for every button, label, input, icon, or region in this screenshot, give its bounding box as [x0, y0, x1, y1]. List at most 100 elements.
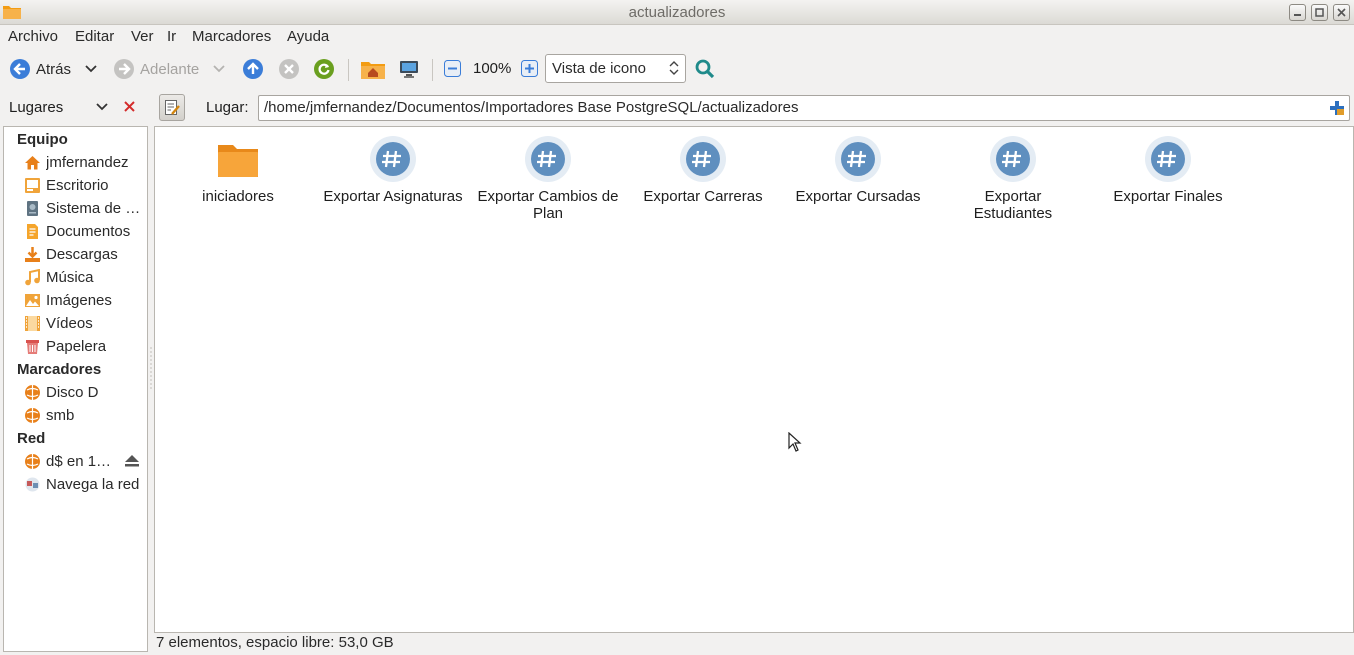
view-mode-select[interactable]: Vista de icono: [545, 54, 686, 83]
videos-icon: [25, 316, 40, 331]
sidebar-item-label: jmfernandez: [46, 154, 129, 171]
file-item-script[interactable]: Exportar Estudiantes: [938, 135, 1088, 222]
places-sidebar: Equipo jmfernandez Escritorio Sistema de…: [3, 126, 148, 652]
sidebar-item-downloads[interactable]: Descargas: [24, 244, 146, 265]
filesystem-icon: [27, 201, 38, 216]
sidebar-item-label: Navega la red: [46, 476, 140, 493]
file-name: iniciadores: [202, 188, 274, 205]
sidebar-item-home[interactable]: jmfernandez: [24, 152, 146, 173]
sidebar-item-browse-network[interactable]: Navega la red: [24, 474, 146, 495]
network-icon: [25, 477, 40, 492]
home-folder-icon[interactable]: [361, 59, 385, 79]
computer-icon[interactable]: [399, 59, 419, 79]
location-path: /home/jmfernandez/Documentos/Importadore…: [264, 99, 799, 116]
places-selector[interactable]: Lugares: [9, 99, 63, 116]
file-item-script[interactable]: Exportar Finales: [1093, 135, 1243, 205]
minimize-button[interactable]: [1289, 4, 1306, 21]
view-mode-value: Vista de icono: [552, 60, 646, 77]
location-label: Lugar:: [206, 99, 249, 116]
sidebar-item-documents[interactable]: Documentos: [24, 221, 146, 242]
forward-label: Adelante: [140, 60, 200, 78]
sidebar-item-label: d$ en 1…: [46, 453, 112, 470]
up-arrow-icon[interactable]: [243, 59, 263, 79]
menu-bar: Archivo Editar Ver Ir Marcadores Ayuda: [0, 25, 1354, 49]
script-file-icon: [835, 136, 881, 182]
chevron-down-icon[interactable]: [96, 103, 108, 111]
window-title: actualizadores: [628, 4, 726, 21]
file-item-script[interactable]: Exportar Cursadas: [783, 135, 933, 205]
search-icon[interactable]: [695, 59, 715, 79]
close-button[interactable]: [1333, 4, 1350, 21]
sidebar-item-disco-d[interactable]: Disco D: [24, 382, 146, 403]
back-arrow-icon: [10, 59, 30, 79]
script-file-icon: [525, 136, 571, 182]
script-file-icon: [990, 136, 1036, 182]
section-heading-equipo: Equipo: [17, 131, 68, 148]
menu-ir[interactable]: Ir: [167, 28, 176, 45]
network-folder-icon: [25, 454, 40, 469]
stop-icon[interactable]: [279, 59, 299, 79]
file-item-folder[interactable]: iniciadores: [163, 135, 313, 205]
menu-editar[interactable]: Editar: [75, 28, 114, 45]
sidebar-item-label: Disco D: [46, 384, 99, 401]
sidebar-item-label: Escritorio: [46, 177, 109, 194]
menu-ayuda[interactable]: Ayuda: [287, 28, 329, 45]
reload-icon[interactable]: [314, 59, 334, 79]
sidebar-item-label: Música: [46, 269, 94, 286]
chevron-down-icon[interactable]: [213, 65, 225, 73]
sidebar-item-network-share[interactable]: d$ en 1…: [24, 451, 146, 472]
script-file-icon: [1145, 136, 1191, 182]
sidebar-item-pictures[interactable]: Imágenes: [24, 290, 146, 311]
script-file-icon: [680, 136, 726, 182]
location-bar: Lugares Lugar: /home/jmfernandez/Documen…: [0, 89, 1354, 125]
trash-icon: [26, 340, 39, 354]
file-item-script[interactable]: Exportar Carreras: [628, 135, 778, 205]
close-sidebar-icon[interactable]: [124, 101, 135, 112]
script-file-icon: [370, 136, 416, 182]
sidebar-item-videos[interactable]: Vídeos: [24, 313, 146, 334]
network-folder-icon: [25, 408, 40, 423]
sidebar-item-label: Imágenes: [46, 292, 112, 309]
menu-archivo[interactable]: Archivo: [8, 28, 58, 45]
file-name: Exportar Asignaturas: [323, 188, 463, 205]
sidebar-item-label: Papelera: [46, 338, 107, 355]
location-input[interactable]: /home/jmfernandez/Documentos/Importadore…: [258, 95, 1350, 121]
pictures-icon: [25, 294, 40, 307]
sidebar-item-label: smb: [46, 407, 75, 424]
zoom-in-icon[interactable]: [521, 60, 538, 77]
music-icon: [25, 269, 40, 286]
bookmark-add-icon[interactable]: [1329, 100, 1345, 116]
menu-ver[interactable]: Ver: [131, 28, 154, 45]
select-arrows-icon: [669, 61, 679, 75]
zoom-out-icon[interactable]: [444, 60, 461, 77]
file-name: Exportar Cambios de Plan: [477, 188, 619, 222]
section-heading-marcadores: Marcadores: [17, 361, 102, 378]
title-bar: actualizadores: [0, 0, 1354, 25]
chevron-down-icon[interactable]: [85, 65, 97, 73]
forward-button[interactable]: Adelante: [114, 59, 225, 79]
sidebar-item-trash[interactable]: Papelera: [24, 336, 146, 357]
edit-location-icon: [165, 100, 180, 115]
edit-location-toggle[interactable]: [159, 94, 185, 121]
file-name: Exportar Finales: [1113, 188, 1223, 205]
close-icon: [1337, 8, 1346, 17]
sidebar-item-label: Descargas: [46, 246, 118, 263]
file-view[interactable]: iniciadores Exportar Asignaturas Exporta…: [154, 126, 1354, 633]
folder-icon: [218, 145, 258, 177]
minimize-icon: [1294, 14, 1301, 16]
menu-marcadores[interactable]: Marcadores: [192, 28, 271, 45]
eject-icon[interactable]: [124, 454, 140, 468]
sidebar-item-desktop[interactable]: Escritorio: [24, 175, 146, 196]
back-button[interactable]: Atrás: [10, 59, 97, 79]
maximize-button[interactable]: [1311, 4, 1328, 21]
maximize-icon: [1315, 8, 1324, 17]
sidebar-item-smb[interactable]: smb: [24, 405, 146, 426]
sidebar-item-filesystem[interactable]: Sistema de …: [24, 198, 146, 219]
home-icon: [25, 156, 40, 170]
file-item-script[interactable]: Exportar Cambios de Plan: [473, 135, 623, 222]
network-folder-icon: [25, 385, 40, 400]
sidebar-item-music[interactable]: Música: [24, 267, 146, 288]
file-item-script[interactable]: Exportar Asignaturas: [318, 135, 468, 205]
file-name: Exportar Cursadas: [795, 188, 921, 205]
zoom-level: 100%: [473, 60, 512, 77]
